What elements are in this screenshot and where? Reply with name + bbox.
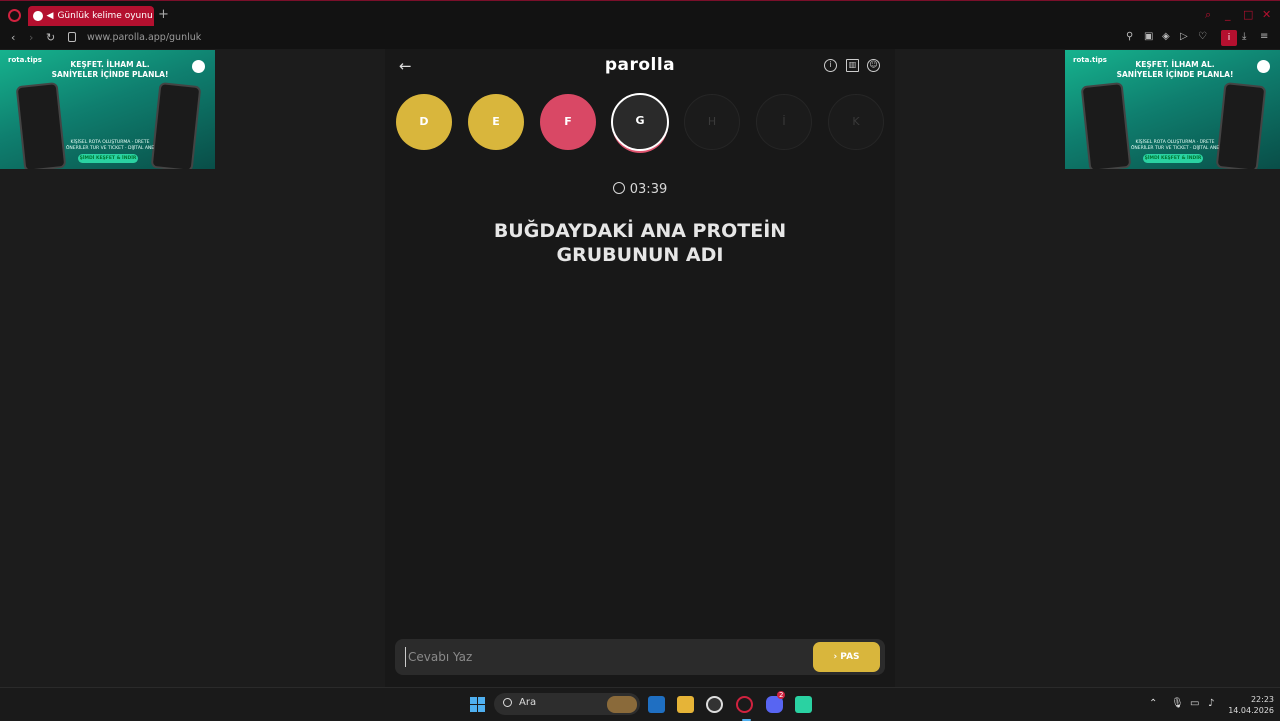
- letter-circle-g: G: [611, 93, 669, 151]
- clock-time: 22:23: [1250, 695, 1274, 704]
- ad-subtext: KİŞİSEL ROTA OLUŞTURMA · ÜRETE ÖNERİLER …: [65, 140, 155, 151]
- volume-icon[interactable]: ♪: [1208, 698, 1214, 709]
- user-icon[interactable]: ☺: [867, 59, 880, 72]
- ad-phone-image: [150, 82, 202, 169]
- system-clock[interactable]: 22:23 14.04.2026: [1224, 694, 1274, 716]
- page-content: rota.tips KEŞFET. İLHAM AL. SANİYELER İÇ…: [0, 49, 1280, 687]
- ad-headline: KEŞFET. İLHAM AL. SANİYELER İÇİNDE PLANL…: [51, 60, 169, 79]
- speaker-icon[interactable]: ◀: [47, 11, 54, 21]
- widgets-icon[interactable]: [607, 696, 637, 713]
- letter-circle-k: K: [828, 94, 884, 150]
- ad-cta-button[interactable]: ŞİMDİ KEŞFET & İNDİR: [78, 154, 138, 163]
- clock-icon: [612, 182, 625, 194]
- forward-icon[interactable]: ›: [29, 31, 33, 44]
- pin-icon[interactable]: ⚲: [1126, 31, 1133, 42]
- download-icon[interactable]: ⤓: [1242, 31, 1246, 42]
- letter-circle-i: İ: [756, 94, 812, 150]
- letter-circle-f: F: [540, 94, 596, 150]
- ad-dot-icon: [1257, 60, 1270, 73]
- discord-icon[interactable]: 2: [766, 691, 786, 713]
- info-icon[interactable]: i: [824, 59, 837, 72]
- timer: 03:39: [385, 182, 895, 197]
- address-bar-row: ‹ › ↻ www.parolla.app/gunluk ⚲ ▣ ◈ ▷ ♡ i…: [0, 29, 1280, 49]
- clock-date: 14.04.2026: [1228, 706, 1274, 715]
- browser-tab[interactable]: ◀ Günlük kelime oyunu -: [28, 6, 154, 26]
- ad-banner-left[interactable]: rota.tips KEŞFET. İLHAM AL. SANİYELER İÇ…: [0, 50, 215, 169]
- tab-favicon-icon: [33, 11, 43, 21]
- media-player-icon[interactable]: [706, 696, 723, 713]
- discord-badge: 2: [777, 691, 786, 699]
- snapshot-icon[interactable]: ▣: [1144, 31, 1153, 42]
- stats-icon[interactable]: ▥: [846, 59, 859, 72]
- close-button[interactable]: ✕: [1262, 8, 1271, 21]
- url-field[interactable]: www.parolla.app/gunluk: [87, 32, 201, 43]
- pass-button[interactable]: › PAS: [813, 642, 880, 672]
- new-tab-button[interactable]: +: [158, 8, 169, 22]
- menu-icon[interactable]: ≡: [1260, 31, 1268, 42]
- browser-titlebar: ◀ Günlük kelime oyunu - + ⌕ _ □ ✕: [0, 0, 1280, 29]
- answer-bar: › PAS: [395, 639, 885, 675]
- ad-phone-image: [1215, 82, 1267, 169]
- network-icon[interactable]: ▭: [1190, 698, 1199, 709]
- start-windows-icon[interactable]: [470, 697, 485, 712]
- letter-circle-e: E: [468, 94, 524, 150]
- ad-phone-image: [15, 82, 67, 169]
- microphone-icon[interactable]: 🎙: [1171, 698, 1184, 709]
- ad-headline: KEŞFET. İLHAM AL. SANİYELER İÇİNDE PLANL…: [1116, 60, 1234, 79]
- ad-dot-icon: [192, 60, 205, 73]
- timer-value: 03:39: [629, 182, 668, 197]
- app-title: parolla: [604, 55, 676, 75]
- ad-brand: rota.tips: [1073, 56, 1107, 64]
- heart-icon[interactable]: ♡: [1198, 31, 1207, 42]
- maximize-button[interactable]: □: [1243, 8, 1253, 21]
- lock-icon[interactable]: [68, 32, 76, 42]
- ad-phone-image: [1080, 82, 1132, 169]
- question-text: BUĞDAYDAKİ ANA PROTEİN GRUBUNUN ADI: [493, 220, 787, 266]
- app-icon[interactable]: [795, 696, 812, 713]
- letter-circle-h: H: [684, 94, 740, 150]
- ad-cta-button[interactable]: ŞİMDİ KEŞFET & İNDİR: [1143, 154, 1203, 163]
- opera-logo-icon[interactable]: [8, 9, 21, 22]
- opera-taskbar-icon[interactable]: [736, 696, 753, 721]
- taskbar: Ara 2 ⌃ 🎙 ▭ ♪ 22:23 14.04.2026: [0, 687, 1280, 721]
- back-icon[interactable]: ‹: [11, 31, 15, 44]
- letter-circle-d: D: [396, 94, 452, 150]
- ad-brand: rota.tips: [8, 56, 42, 64]
- ad-banner-right[interactable]: rota.tips KEŞFET. İLHAM AL. SANİYELER İÇ…: [1065, 50, 1280, 169]
- taskbar-search-label: Ara: [519, 697, 537, 708]
- outlook-icon[interactable]: [648, 696, 665, 713]
- answer-input[interactable]: [405, 647, 800, 667]
- reload-icon[interactable]: ↻: [46, 31, 55, 44]
- adblock-icon[interactable]: ◈: [1162, 31, 1170, 42]
- search-tabs-icon[interactable]: ⌕: [1205, 8, 1211, 22]
- search-icon: [503, 698, 512, 707]
- play-icon[interactable]: ▷: [1180, 31, 1188, 42]
- file-explorer-icon[interactable]: [677, 696, 694, 713]
- profile-button[interactable]: i: [1221, 30, 1237, 46]
- tray-chevron-icon[interactable]: ⌃: [1149, 698, 1157, 709]
- game-panel: ← parolla i ▥ ☺ D E F G H İ K 03:39 BUĞD…: [385, 49, 895, 687]
- ad-subtext: KİŞİSEL ROTA OLUŞTURMA · ÜRETE ÖNERİLER …: [1130, 140, 1220, 151]
- tab-title: Günlük kelime oyunu -: [57, 11, 154, 21]
- minimize-button[interactable]: _: [1225, 8, 1231, 21]
